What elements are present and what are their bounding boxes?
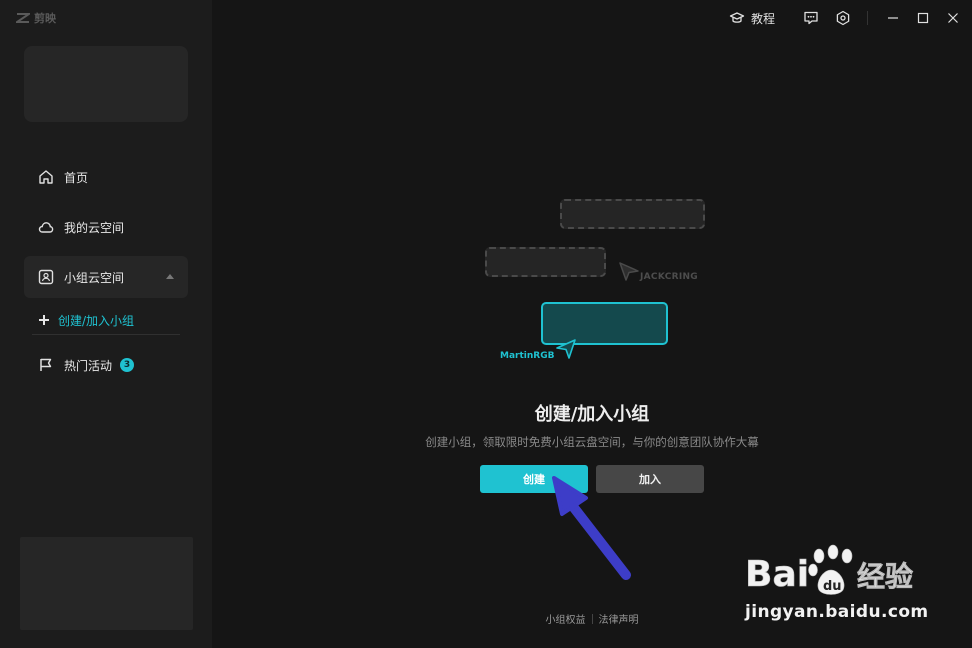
group-collaboration-illustration: JACKCRING MartinRGB — [480, 195, 720, 365]
sidebar: 剪映 首页 我的云空间 小组云空间 创建/加入小组 热门活动 3 — [0, 0, 212, 648]
illustration-placeholder-box — [560, 199, 705, 229]
app-logo: 剪映 — [16, 10, 56, 26]
page-description: 创建小组，领取限时免费小组云盘空间，与你的创意团队协作大幕 — [425, 435, 759, 449]
close-button[interactable] — [938, 0, 968, 36]
sidebar-item-label: 热门活动 — [64, 358, 113, 373]
cursor-pointer-icon — [619, 262, 639, 281]
baidu-jingyan-watermark: Bai du 经验 jingyan.baidu.com — [745, 540, 945, 630]
svg-text:du: du — [823, 579, 842, 594]
sidebar-item-label: 首页 — [64, 170, 89, 185]
illustration-label-jackcring: JACKCRING — [640, 272, 698, 282]
group-space-icon — [38, 269, 54, 285]
footer-divider — [591, 613, 593, 624]
sidebar-item-my-cloud[interactable]: 我的云空间 — [24, 206, 188, 248]
sidebar-item-home[interactable]: 首页 — [24, 156, 188, 198]
close-icon — [948, 13, 958, 23]
titlebar: 教程 — [729, 0, 972, 36]
app-name: 剪映 — [34, 12, 56, 25]
flag-icon — [40, 358, 52, 371]
svg-text:Bai: Bai — [745, 554, 809, 595]
minimize-icon — [888, 17, 898, 19]
tutorial-button[interactable]: 教程 — [729, 10, 775, 27]
maximize-button[interactable] — [908, 0, 938, 36]
sidebar-subitem-label: 创建/加入小组 — [58, 313, 135, 328]
settings-button[interactable] — [835, 10, 851, 26]
feedback-button[interactable] — [803, 10, 819, 26]
svg-text:经验: 经验 — [857, 560, 913, 593]
illustration-placeholder-box — [485, 247, 606, 277]
create-group-button[interactable]: 创建 — [480, 465, 588, 493]
settings-icon — [836, 10, 850, 26]
chevron-up-icon[interactable] — [166, 274, 174, 279]
join-group-button[interactable]: 加入 — [596, 465, 704, 493]
page-title: 创建/加入小组 — [534, 404, 650, 425]
group-benefits-link[interactable]: 小组权益 — [546, 611, 586, 626]
cloud-icon — [38, 222, 54, 233]
minimize-button[interactable] — [878, 0, 908, 36]
illustration-label-martinrgb: MartinRGB — [500, 351, 555, 361]
sidebar-item-hot-events[interactable]: 热门活动 3 — [24, 344, 188, 386]
bottom-promo-card[interactable] — [20, 537, 193, 630]
sidebar-item-label: 我的云空间 — [64, 220, 125, 235]
maximize-icon — [917, 12, 929, 24]
home-icon — [39, 170, 53, 184]
baidu-paw-logo-icon: Bai du 经验 — [745, 544, 913, 595]
plus-icon — [38, 314, 50, 326]
profile-card[interactable] — [24, 46, 188, 122]
titlebar-divider — [867, 11, 868, 25]
sidebar-item-label: 小组云空间 — [64, 270, 125, 285]
feedback-icon — [804, 11, 818, 25]
sidebar-item-group-cloud[interactable]: 小组云空间 — [24, 256, 188, 298]
tutorial-label: 教程 — [750, 11, 775, 26]
app-window: 剪映 首页 我的云空间 小组云空间 创建/加入小组 热门活动 3 教程 JACK… — [0, 0, 972, 648]
capcut-logo-icon — [16, 13, 30, 23]
watermark-url: jingyan.baidu.com — [745, 602, 929, 622]
notification-badge: 3 — [120, 358, 135, 372]
graduation-cap-icon — [729, 12, 745, 23]
cursor-pointer-icon — [556, 339, 576, 359]
sidebar-subitem-create-join-group[interactable]: 创建/加入小组 — [32, 306, 180, 335]
legal-notice-link[interactable]: 法律声明 — [599, 611, 639, 626]
